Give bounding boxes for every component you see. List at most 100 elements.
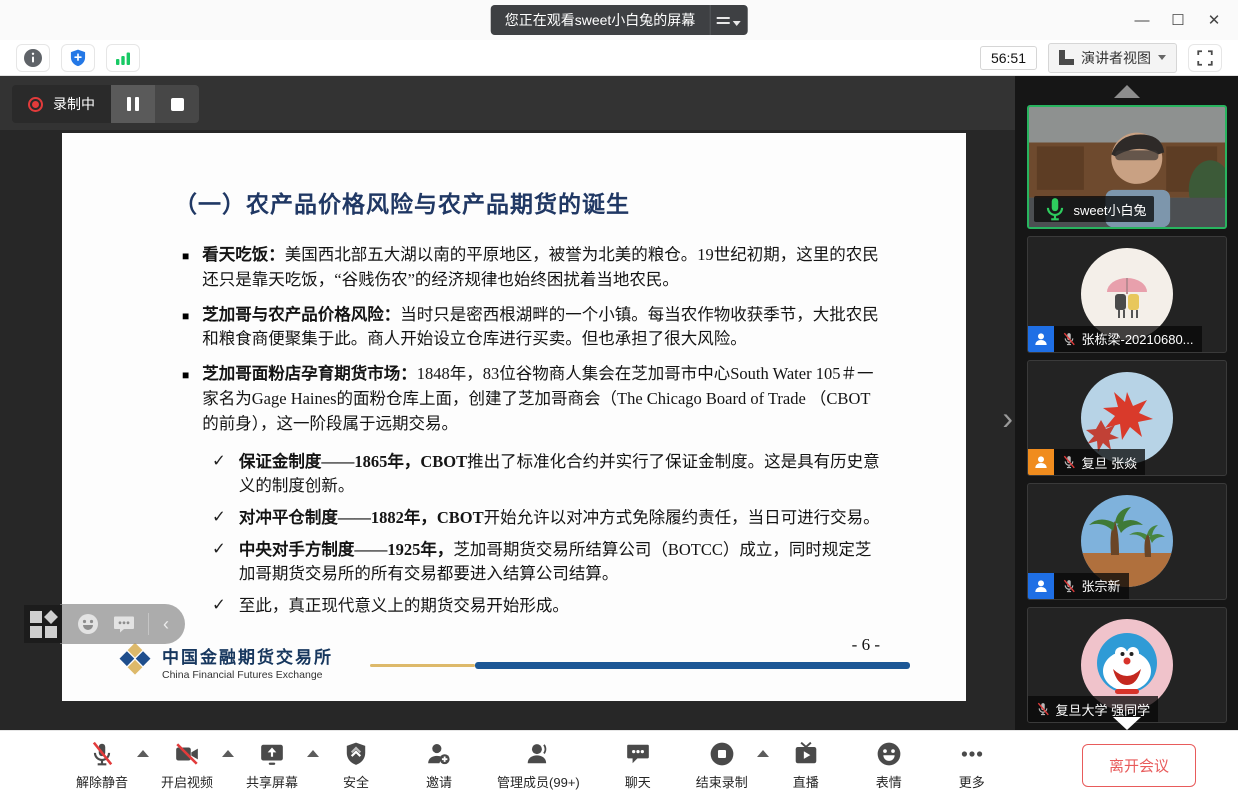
participant-tile-speaker[interactable]: sweet小白兔 bbox=[1027, 105, 1227, 229]
slide-footer-logo: 中国金融期货交易所 China Financial Futures Exchan… bbox=[116, 643, 333, 681]
role-badge-icon bbox=[1028, 326, 1054, 352]
pause-icon bbox=[127, 97, 131, 111]
checkmark-icon: ✓ bbox=[212, 450, 226, 498]
check-text: 至此，真正现代意义上的期货交易开始形成。 bbox=[239, 596, 569, 615]
emoji-icon bbox=[876, 741, 902, 767]
participant-name: sweet小白兔 bbox=[1074, 200, 1147, 219]
chat-icon bbox=[625, 741, 651, 767]
leave-meeting-button[interactable]: 离开会议 bbox=[1082, 744, 1196, 787]
video-options-caret[interactable] bbox=[222, 750, 234, 757]
view-mode-label: 演讲者视图 bbox=[1081, 48, 1151, 68]
participant-name-bar: 张宗新 bbox=[1028, 573, 1129, 599]
minimize-button[interactable]: — bbox=[1124, 12, 1160, 29]
check-item: ✓ 保证金制度——1865年，CBOT推出了标准化合约并实行了保证金制度。这是具… bbox=[212, 450, 886, 498]
bullet-item: ■ 看天吃饭：美国西北部五大湖以南的平原地区，被誉为北美的粮仓。19世纪初期，这… bbox=[182, 243, 882, 293]
stop-icon bbox=[171, 98, 184, 111]
chevron-down-icon bbox=[733, 21, 741, 26]
participant-name-bar: 张栋梁-20210680... bbox=[1028, 326, 1202, 352]
unmute-button[interactable]: 解除静音 bbox=[76, 741, 128, 791]
bullet-text: 美国西北部五大湖以南的平原地区，被誉为北美的粮仓。19世纪初期，这里的农民还只是… bbox=[202, 245, 879, 289]
logo-name-cn: 中国金融期货交易所 bbox=[162, 643, 333, 668]
scroll-down-arrow[interactable] bbox=[1113, 717, 1141, 730]
logo-name-en: China Financial Futures Exchange bbox=[162, 669, 333, 681]
security-button[interactable]: 安全 bbox=[331, 741, 381, 791]
live-tv-icon bbox=[793, 741, 819, 767]
stop-recording-button[interactable] bbox=[155, 85, 199, 123]
mic-muted-icon bbox=[1062, 455, 1076, 469]
stop-recording-icon bbox=[709, 741, 735, 767]
meeting-info-button[interactable] bbox=[16, 44, 50, 72]
start-video-button[interactable]: 开启视频 bbox=[161, 741, 213, 791]
mic-options-caret[interactable] bbox=[137, 750, 149, 757]
screen-share-stage: 录制中 （一）农产品价格风险与农产品期货的诞生 ■ 看天吃饭：美国西北部五大湖以… bbox=[0, 76, 1015, 730]
record-dot-icon bbox=[28, 97, 43, 112]
slide-page-number: - 6 - bbox=[852, 635, 880, 655]
collapse-toolbar-arrow[interactable]: ‹ bbox=[161, 614, 171, 635]
mic-muted-icon bbox=[1036, 702, 1050, 716]
banner-menu-button[interactable] bbox=[709, 5, 747, 35]
presentation-slide: （一）农产品价格风险与农产品期货的诞生 ■ 看天吃饭：美国西北部五大湖以南的平原… bbox=[62, 133, 966, 701]
participant-tile[interactable]: 复旦大学 强同学 bbox=[1027, 607, 1227, 723]
slide-footer-line bbox=[370, 662, 910, 669]
participant-name: 张栋梁-20210680... bbox=[1082, 329, 1194, 348]
maximize-button[interactable]: ☐ bbox=[1160, 11, 1196, 29]
role-badge-icon bbox=[1028, 573, 1054, 599]
participant-name: 复旦大学 强同学 bbox=[1056, 700, 1151, 719]
chat-button[interactable]: 聊天 bbox=[613, 741, 663, 791]
recording-status-label: 录制中 bbox=[53, 94, 95, 114]
participant-tile[interactable]: 张宗新 bbox=[1027, 483, 1227, 599]
participant-tile[interactable]: 复旦 张焱 bbox=[1027, 360, 1227, 476]
bullet-square-icon: ■ bbox=[182, 307, 189, 353]
close-button[interactable]: ✕ bbox=[1196, 11, 1232, 29]
meeting-timer: 56:51 bbox=[980, 46, 1037, 70]
recording-options-caret[interactable] bbox=[757, 750, 769, 757]
next-slide-arrow[interactable]: › bbox=[1002, 402, 1013, 434]
live-stream-button[interactable]: 直播 bbox=[781, 741, 831, 791]
more-dots-icon bbox=[959, 741, 985, 767]
bullet-square-icon: ■ bbox=[182, 247, 189, 293]
security-status-button[interactable] bbox=[61, 44, 95, 72]
manage-members-button[interactable]: 管理成员(99+) bbox=[497, 741, 580, 791]
cffex-logo-icon bbox=[116, 643, 154, 681]
participant-name: 张宗新 bbox=[1082, 576, 1121, 595]
pause-recording-button[interactable] bbox=[111, 85, 155, 123]
meeting-content: 录制中 （一）农产品价格风险与农产品期货的诞生 ■ 看天吃饭：美国西北部五大湖以… bbox=[0, 76, 1238, 730]
view-mode-selector[interactable]: 演讲者视图 bbox=[1048, 43, 1177, 73]
window-titlebar: 您正在观看sweet小白兔的屏幕 — ☐ ✕ bbox=[0, 0, 1238, 40]
emoji-reaction-icon[interactable] bbox=[76, 612, 100, 636]
network-status-button[interactable] bbox=[106, 44, 140, 72]
bullet-lead: 芝加哥面粉店孕育期货市场： bbox=[202, 364, 417, 383]
apps-grid-button[interactable] bbox=[24, 605, 62, 643]
screen-watch-banner-text: 您正在观看sweet小白兔的屏幕 bbox=[491, 10, 710, 30]
chat-bubble-icon[interactable] bbox=[112, 612, 136, 636]
fullscreen-button[interactable] bbox=[1188, 44, 1222, 72]
slide-bullets: ■ 看天吃饭：美国西北部五大湖以南的平原地区，被誉为北美的粮仓。19世纪初期，这… bbox=[182, 243, 882, 436]
reactions-button[interactable]: 表情 bbox=[864, 741, 914, 791]
end-recording-button[interactable]: 结束录制 bbox=[696, 741, 748, 791]
security-shield-icon bbox=[343, 741, 369, 767]
participant-tile[interactable]: 张栋梁-20210680... bbox=[1027, 236, 1227, 352]
mic-muted-icon bbox=[1062, 332, 1076, 346]
screen-watch-banner: 您正在观看sweet小白兔的屏幕 bbox=[491, 5, 748, 35]
bullet-item: ■ 芝加哥面粉店孕育期货市场：1848年，83位谷物商人集会在芝加哥市中心Sou… bbox=[182, 362, 882, 436]
recording-controls: 录制中 bbox=[12, 85, 199, 123]
share-screen-button[interactable]: 共享屏幕 bbox=[246, 741, 298, 791]
share-screen-icon bbox=[259, 741, 285, 767]
grid-icon bbox=[30, 611, 42, 623]
scroll-up-arrow[interactable] bbox=[1114, 85, 1140, 98]
slide-check-list: ✓ 保证金制度——1865年，CBOT推出了标准化合约并实行了保证金制度。这是具… bbox=[212, 450, 886, 618]
share-options-caret[interactable] bbox=[307, 750, 319, 757]
participant-name: 复旦 张焱 bbox=[1082, 453, 1138, 472]
participants-sidebar: sweet小白兔 张栋梁-20210680... bbox=[1015, 76, 1238, 730]
invite-button[interactable]: 邀请 bbox=[414, 741, 464, 791]
bullet-lead: 芝加哥与农产品价格风险： bbox=[202, 305, 400, 324]
shield-plus-icon bbox=[68, 48, 88, 68]
bottom-toolbar: 解除静音 开启视频 共享屏幕 安全 邀请 管理成员(99+) 聊天 结束录制 直… bbox=[0, 730, 1238, 800]
layout-icon bbox=[1059, 50, 1074, 65]
meeting-topbar: 56:51 演讲者视图 bbox=[0, 40, 1238, 76]
check-lead: 中央对手方制度——1925年， bbox=[239, 540, 454, 559]
more-button[interactable]: 更多 bbox=[947, 741, 997, 791]
signal-bars-icon bbox=[113, 48, 133, 68]
slide-title: （一）农产品价格风险与农产品期货的诞生 bbox=[174, 185, 906, 219]
check-item: ✓ 至此，真正现代意义上的期货交易开始形成。 bbox=[212, 594, 886, 618]
